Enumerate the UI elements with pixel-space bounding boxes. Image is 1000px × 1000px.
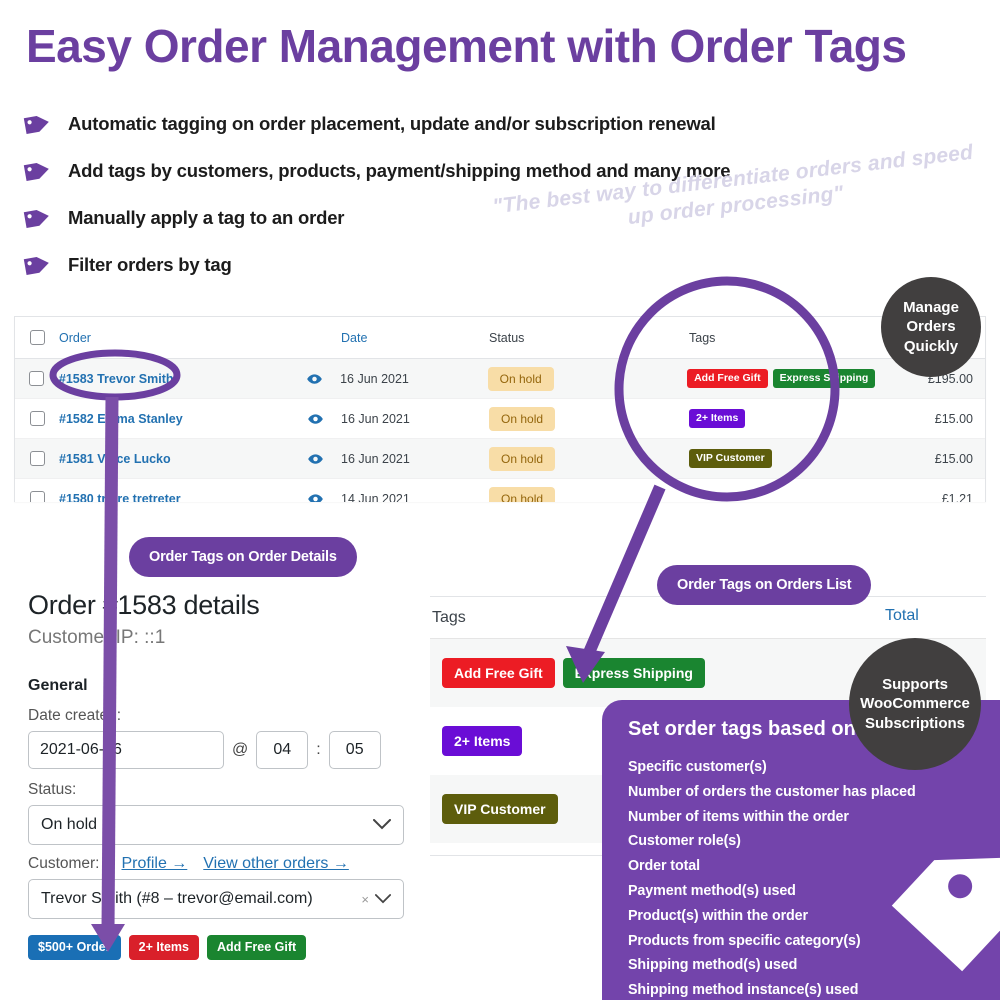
- preview-eye-icon[interactable]: [289, 453, 341, 464]
- tag-icon: [22, 113, 52, 135]
- feature-label: Manually apply a tag to an order: [68, 206, 345, 228]
- order-date: 14 Jun 2021: [341, 491, 410, 503]
- status-badge: On hold: [489, 446, 556, 471]
- date-created-fields: 2021-06-16 @ 04 : 05: [28, 731, 418, 769]
- order-tag-chip[interactable]: Add Free Gift: [687, 369, 768, 388]
- row-checkbox[interactable]: [29, 371, 45, 386]
- info-box-title: Set order tags based on:: [628, 718, 863, 740]
- tags-column-label: Tags: [432, 608, 466, 626]
- info-box-item: Shipping method instance(s) used: [628, 982, 859, 999]
- info-box-item: Specific customer(s): [628, 759, 767, 775]
- status-select[interactable]: On hold: [28, 805, 404, 845]
- status-badge: On hold: [487, 366, 554, 391]
- customer-row: Customer: Profile → View other orders →: [28, 855, 418, 873]
- order-details-panel: Order #1583 details Customer IP: ::1 Gen…: [28, 590, 418, 960]
- order-tag-chip[interactable]: VIP Customer: [442, 794, 558, 824]
- status-badge: On hold: [489, 486, 556, 502]
- chevron-down-icon: [375, 892, 391, 907]
- order-link[interactable]: #1583 Trevor Smith: [59, 372, 174, 386]
- order-link[interactable]: #1582 Emma Stanley: [59, 412, 183, 426]
- time-separator: :: [316, 741, 321, 758]
- row-checkbox[interactable]: [29, 451, 45, 466]
- callout-order-details[interactable]: Order Tags on Order Details: [129, 537, 357, 577]
- feature-item: Automatic tagging on order placement, up…: [22, 100, 972, 147]
- order-tag-chip[interactable]: $500+ Order: [28, 935, 121, 960]
- order-total: £15.00: [934, 411, 973, 426]
- chevron-down-icon: [373, 818, 391, 833]
- column-header-tags: Tags: [689, 330, 716, 345]
- badge-manage-orders: Manage Orders Quickly: [881, 277, 981, 377]
- promo-banner: Easy Order Management with Order Tags Au…: [0, 0, 1000, 1000]
- order-details-title: Order #1583 details: [28, 590, 260, 620]
- order-tag-chip[interactable]: 2+ Items: [442, 726, 523, 756]
- table-row[interactable]: #1583 Trevor Smith 16 Jun 2021 On hold A…: [15, 359, 985, 399]
- tag-icon: [22, 207, 52, 229]
- date-created-label: Date created:: [28, 707, 122, 724]
- customer-label: Customer:: [28, 855, 100, 872]
- customer-ip: Customer IP: ::1: [28, 627, 166, 648]
- general-section-heading: General: [28, 677, 88, 694]
- table-header-row: Order Date Status Tags: [15, 317, 985, 359]
- order-tag-chip[interactable]: 2+ Items: [689, 409, 746, 428]
- customer-select-value: Trevor Smith (#8 – trevor@email.com): [41, 890, 313, 907]
- status-label: Status:: [28, 781, 77, 798]
- order-date: 16 Jun 2021: [340, 371, 409, 386]
- status-select-value: On hold: [41, 816, 98, 833]
- tag-icon: [864, 846, 1000, 976]
- preview-eye-icon[interactable]: [289, 413, 341, 424]
- profile-link[interactable]: Profile →: [122, 855, 188, 873]
- total-column-label: Total: [885, 607, 919, 624]
- badge-supports-subscriptions: Supports WooCommerce Subscriptions: [849, 638, 981, 770]
- column-header-order[interactable]: Order: [59, 331, 91, 345]
- view-other-orders-link[interactable]: View other orders →: [203, 855, 349, 873]
- order-total: £15.00: [934, 451, 973, 466]
- order-tag-chip[interactable]: 2+ Items: [128, 935, 200, 960]
- tag-icon: [22, 160, 52, 182]
- feature-label: Automatic tagging on order placement, up…: [68, 112, 716, 134]
- column-header-status: Status: [489, 330, 525, 345]
- date-input[interactable]: 2021-06-16: [28, 731, 224, 769]
- clear-icon[interactable]: ×: [361, 892, 369, 907]
- info-box-item: Number of orders the customer has placed: [628, 783, 916, 800]
- select-all-checkbox[interactable]: [29, 330, 45, 345]
- info-box-item: Number of items within the order: [628, 808, 849, 825]
- table-row[interactable]: #1581 Vince Lucko 16 Jun 2021 On hold VI…: [15, 439, 985, 479]
- order-detail-tag-list: $500+ Order 2+ Items Add Free Gift: [28, 935, 418, 960]
- order-date: 16 Jun 2021: [341, 451, 410, 466]
- row-checkbox[interactable]: [29, 411, 45, 426]
- order-tag-chip[interactable]: Express Shipping: [562, 658, 705, 688]
- page-title: Easy Order Management with Order Tags: [26, 20, 907, 72]
- order-tag-chip[interactable]: VIP Customer: [689, 449, 772, 468]
- column-header-date[interactable]: Date: [341, 331, 367, 345]
- tag-icon: [22, 254, 52, 276]
- order-tag-chip[interactable]: Add Free Gift: [442, 658, 555, 688]
- hour-input[interactable]: 04: [256, 731, 309, 769]
- preview-eye-icon[interactable]: [289, 493, 341, 502]
- row-checkbox[interactable]: [29, 491, 45, 502]
- order-total: £1.21: [941, 491, 973, 503]
- order-link[interactable]: #1580 tretre tretreter: [59, 492, 181, 503]
- order-date: 16 Jun 2021: [341, 411, 410, 426]
- table-row[interactable]: #1582 Emma Stanley 16 Jun 2021 On hold 2…: [15, 399, 985, 439]
- preview-eye-icon[interactable]: [288, 373, 340, 384]
- order-link[interactable]: #1581 Vince Lucko: [59, 452, 171, 466]
- orders-list-table: Order Date Status Tags #1583 Trevor Smit…: [14, 316, 986, 502]
- feature-item: Filter orders by tag: [22, 241, 972, 288]
- select-all-cell: [15, 330, 59, 345]
- status-badge: On hold: [489, 406, 556, 431]
- order-tag-chip[interactable]: Add Free Gift: [207, 935, 307, 960]
- at-symbol: @: [232, 741, 249, 758]
- feature-label: Filter orders by tag: [68, 253, 232, 275]
- table-row[interactable]: #1580 tretre tretreter 14 Jun 2021 On ho…: [15, 479, 985, 502]
- callout-orders-list[interactable]: Order Tags on Orders List: [657, 565, 872, 605]
- minute-input[interactable]: 05: [328, 731, 381, 769]
- order-tag-chip[interactable]: Express Shipping: [772, 369, 876, 388]
- customer-select[interactable]: Trevor Smith (#8 – trevor@email.com) ×: [28, 879, 404, 919]
